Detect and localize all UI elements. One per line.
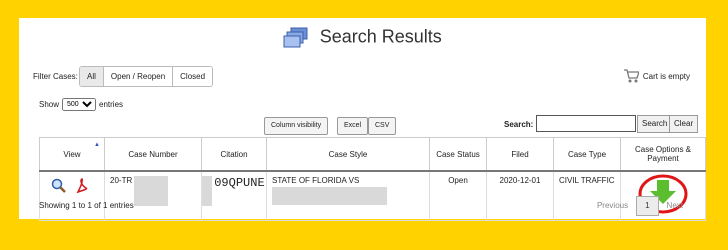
- filter-closed-button[interactable]: Closed: [173, 67, 213, 86]
- cart-icon: [623, 69, 639, 83]
- table-info: Showing 1 to 1 of 1 entries: [39, 201, 134, 210]
- show-entries: Show 500 entries: [39, 98, 123, 111]
- search-input[interactable]: [536, 115, 636, 132]
- search-button[interactable]: Search: [637, 115, 673, 133]
- page-1-button[interactable]: 1: [636, 196, 659, 216]
- col-case-number[interactable]: Case Number: [104, 137, 202, 172]
- column-visibility-button[interactable]: Column visibility: [264, 117, 329, 135]
- search-label: Search:: [504, 120, 534, 129]
- page-title: Search Results: [19, 26, 706, 54]
- col-case-status[interactable]: Case Status: [429, 137, 487, 172]
- next-page-button[interactable]: Next: [659, 197, 691, 215]
- redaction-block: [134, 176, 169, 206]
- col-case-options: Case Options & Payment: [620, 137, 706, 172]
- filed-cell: 2020-12-01: [486, 170, 554, 221]
- page-title-text: Search Results: [319, 26, 442, 47]
- previous-page-button[interactable]: Previous: [589, 197, 636, 215]
- pdf-icon[interactable]: [75, 177, 89, 194]
- entries-per-page-select[interactable]: 500: [62, 98, 97, 111]
- col-filed[interactable]: Filed: [486, 137, 554, 172]
- cart-status-text: Cart is empty: [642, 71, 690, 81]
- case-style-text: STATE OF FLORIDA VS: [272, 176, 360, 185]
- case-style-cell: STATE OF FLORIDA VS: [266, 170, 430, 221]
- filter-cases-group: All Open / Reopen Closed: [79, 66, 214, 87]
- status-cell: Open: [429, 170, 487, 221]
- filter-cases-label: Filter Cases:: [33, 72, 78, 81]
- show-label: Show: [39, 100, 60, 109]
- col-citation[interactable]: Citation: [201, 137, 267, 172]
- magnifier-icon[interactable]: [51, 178, 67, 194]
- redaction-block: [272, 187, 387, 205]
- pagination: Previous 1 Next: [589, 196, 691, 216]
- citation-cell: 09QPUNE: [201, 170, 267, 221]
- citation-text: 09QPUNE: [214, 176, 265, 190]
- cart-status[interactable]: Cart is empty: [623, 68, 690, 84]
- case-number-cell: 20-TR: [104, 170, 202, 221]
- csv-button[interactable]: CSV: [368, 117, 397, 135]
- clear-button[interactable]: Clear: [669, 115, 699, 133]
- table-header-row: View ▲ Case Number Citation Case Style Ca…: [39, 137, 706, 172]
- col-case-style[interactable]: Case Style: [266, 137, 430, 172]
- redaction-block: [202, 176, 212, 206]
- case-number-text[interactable]: 20-TR: [110, 176, 132, 185]
- search-results-icon: [283, 27, 308, 48]
- filter-all-button[interactable]: All: [80, 67, 104, 86]
- col-view[interactable]: View ▲: [39, 137, 105, 172]
- sort-asc-icon: ▲: [94, 142, 100, 148]
- excel-button[interactable]: Excel: [337, 117, 369, 135]
- search-results-panel: Search Results Filter Cases: All Open / …: [19, 18, 706, 221]
- view-cell: [39, 170, 105, 221]
- entries-label: entries: [99, 100, 124, 109]
- col-case-type[interactable]: Case Type: [553, 137, 621, 172]
- filter-open-reopen-button[interactable]: Open / Reopen: [103, 67, 174, 86]
